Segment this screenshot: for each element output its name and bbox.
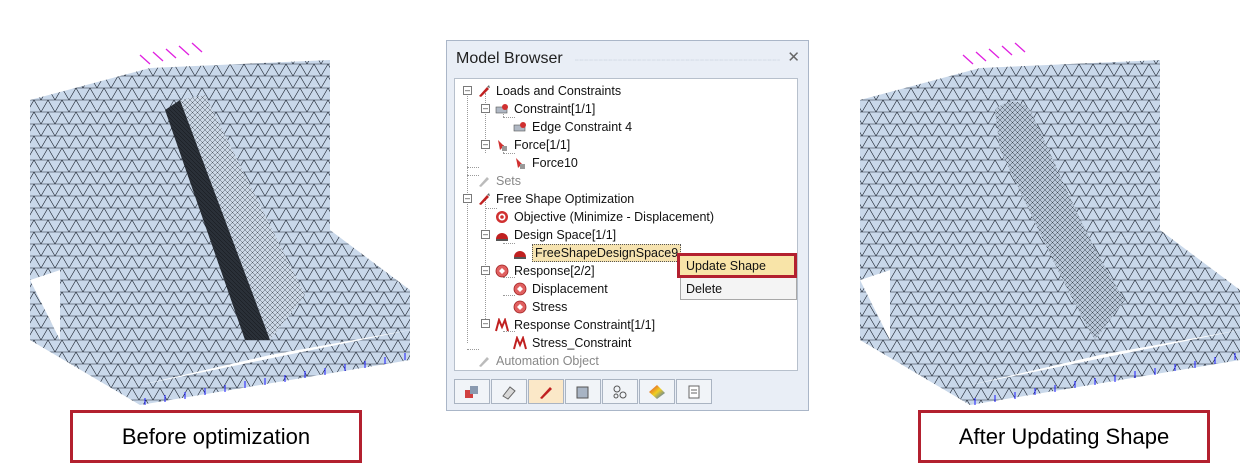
panel-grip[interactable] bbox=[575, 57, 780, 63]
menu-item-delete[interactable]: Delete bbox=[686, 280, 722, 298]
expand-toggle-optimization[interactable]: – bbox=[463, 194, 472, 203]
tree-item-label: Free Shape Optimization bbox=[496, 192, 635, 206]
tree-item-freeshape-design-space9[interactable]: FreeShapeDesignSpace9 bbox=[513, 244, 682, 262]
tree-item-free-shape-optimization[interactable]: Free Shape Optimization bbox=[477, 191, 634, 207]
tree-item-label: Response Constraint[1/1] bbox=[514, 318, 656, 332]
molecule-icon bbox=[613, 385, 627, 398]
response-item-icon bbox=[513, 282, 527, 296]
tree-item-loads-constraints[interactable]: Loads and Constraints bbox=[477, 83, 621, 99]
model-browser-title: Model Browser bbox=[456, 50, 563, 67]
tree-item-response-constraint[interactable]: Response Constraint[1/1] bbox=[495, 316, 656, 333]
loads-constraints-icon bbox=[477, 84, 491, 98]
tree-item-label: Sets bbox=[496, 174, 522, 188]
eraser-icon bbox=[502, 385, 516, 400]
browser-toolbar bbox=[454, 379, 802, 406]
cube-tab-button[interactable] bbox=[565, 379, 601, 404]
after-update-caption: After Updating Shape bbox=[918, 410, 1210, 463]
tree-item-force10[interactable]: Force10 bbox=[513, 155, 578, 171]
constraint-icon bbox=[495, 102, 509, 116]
expand-toggle-force[interactable]: – bbox=[481, 140, 490, 149]
tree-item-displacement[interactable]: Displacement bbox=[513, 281, 608, 297]
sets-icon bbox=[477, 174, 491, 188]
tree-item-response[interactable]: Response[2/2] bbox=[495, 263, 595, 279]
eraser-tab-button[interactable] bbox=[491, 379, 527, 404]
tree-item-label: Stress bbox=[532, 300, 568, 314]
expand-toggle-constraint[interactable]: – bbox=[481, 104, 490, 113]
automation-icon bbox=[477, 354, 491, 368]
tree-item-label: Objective (Minimize - Displacement) bbox=[514, 210, 715, 224]
tree-item-label: Loads and Constraints bbox=[496, 84, 622, 98]
force-icon bbox=[495, 138, 509, 152]
model-icon bbox=[465, 385, 478, 398]
tree-item-label: Design Space[1/1] bbox=[514, 228, 617, 242]
expand-toggle-design-space[interactable]: – bbox=[481, 230, 490, 239]
tree-item-label: FreeShapeDesignSpace9 bbox=[532, 244, 682, 262]
tree-item-label: Automation Object bbox=[496, 354, 599, 368]
cube-icon bbox=[576, 386, 589, 398]
tree-item-design-space[interactable]: Design Space[1/1] bbox=[495, 227, 616, 243]
close-icon[interactable]: ✕ bbox=[787, 48, 800, 66]
script-icon bbox=[688, 385, 700, 398]
before-optimization-caption: Before optimization bbox=[70, 410, 362, 463]
before-caption-text: Before optimization bbox=[121, 423, 311, 449]
expand-toggle-response-constraint[interactable]: – bbox=[481, 319, 490, 328]
expand-toggle-loads[interactable]: – bbox=[463, 86, 472, 95]
response-icon bbox=[495, 264, 509, 278]
brush-tab-button[interactable] bbox=[528, 379, 564, 404]
model-tree: – – – – – – – Loads and Constraints Cons… bbox=[454, 78, 798, 371]
brush-icon bbox=[540, 386, 552, 399]
tree-item-label: Stress_Constraint bbox=[532, 336, 632, 350]
menu-item-update-shape-label[interactable]: Update Shape bbox=[686, 257, 766, 275]
edge-constraint-icon bbox=[513, 120, 527, 134]
tree-item-label: Constraint[1/1] bbox=[514, 102, 596, 116]
tree-item-label: Force10 bbox=[532, 156, 578, 170]
tree-item-label: Force[1/1] bbox=[514, 138, 571, 152]
tree-item-sets[interactable]: Sets bbox=[477, 173, 521, 189]
tree-item-objective[interactable]: Objective (Minimize - Displacement) bbox=[495, 209, 714, 225]
tree-item-label: Response[2/2] bbox=[514, 264, 595, 278]
molecule-tab-button[interactable] bbox=[602, 379, 638, 404]
force-item-icon bbox=[513, 156, 527, 170]
model-browser-panel: Model Browser ✕ – – – – – – – Loads and … bbox=[446, 40, 809, 411]
tree-item-edge-constraint[interactable]: Edge Constraint 4 bbox=[513, 119, 632, 135]
optimization-icon bbox=[477, 192, 491, 206]
tree-item-automation-object[interactable]: Automation Object bbox=[477, 353, 599, 369]
design-space-item-icon bbox=[513, 246, 527, 260]
script-tab-button[interactable] bbox=[676, 379, 712, 404]
tree-item-stress-constraint[interactable]: Stress_Constraint bbox=[513, 334, 632, 351]
mesh-after-update bbox=[860, 42, 1240, 405]
color-map-icon bbox=[649, 384, 665, 399]
design-space-icon bbox=[495, 228, 509, 242]
tree-item-constraint[interactable]: Constraint[1/1] bbox=[495, 101, 595, 117]
response-item-icon bbox=[513, 300, 527, 314]
tree-item-stress[interactable]: Stress bbox=[513, 299, 567, 315]
response-constraint-icon bbox=[495, 316, 509, 332]
color-map-tab-button[interactable] bbox=[639, 379, 675, 404]
tree-item-force[interactable]: Force[1/1] bbox=[495, 137, 570, 153]
after-caption-text: After Updating Shape bbox=[958, 423, 1170, 449]
tree-item-label: Edge Constraint 4 bbox=[532, 120, 633, 134]
response-constraint-item-icon bbox=[513, 334, 527, 350]
tree-item-label: Displacement bbox=[532, 282, 608, 296]
model-tab-button[interactable] bbox=[454, 379, 490, 404]
mesh-before-optimization bbox=[30, 42, 410, 405]
objective-icon bbox=[495, 210, 509, 224]
expand-toggle-response[interactable]: – bbox=[481, 266, 490, 275]
